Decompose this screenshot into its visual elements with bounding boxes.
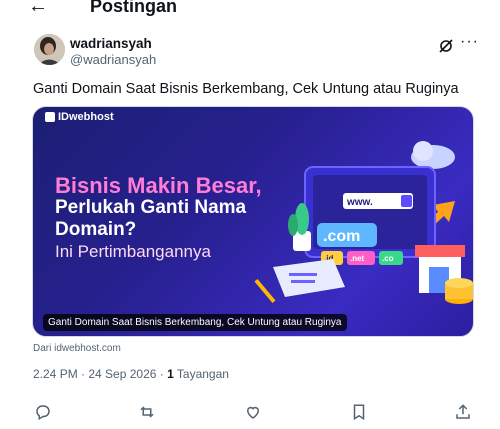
avatar[interactable] [34, 34, 65, 65]
card-headline-1: Bisnis Makin Besar, [55, 173, 262, 198]
author-info[interactable]: wadriansyah @wadriansyah [70, 36, 156, 68]
page-title: Postingan [90, 0, 178, 16]
tld-co-text: .co [382, 254, 394, 263]
top-bar: ← Postingan [0, 0, 500, 22]
url-bar-text: www. [346, 197, 373, 208]
link-card[interactable]: IDwebhost Bisnis Makin Besar, Perlukah G… [32, 106, 474, 337]
heart-icon[interactable] [244, 403, 264, 423]
grok-icon[interactable] [438, 38, 454, 54]
tweet-time[interactable]: 2.24 PM · 24 Sep 2026 · [33, 367, 167, 381]
share-icon[interactable] [454, 403, 474, 423]
card-headline-3: Ini Pertimbangannya [55, 242, 211, 261]
brand-logo: IDwebhost [45, 111, 114, 123]
action-bar [0, 403, 500, 425]
author-name[interactable]: wadriansyah [70, 36, 156, 52]
tweet-text: Ganti Domain Saat Bisnis Berkembang, Cek… [33, 81, 459, 97]
author-handle[interactable]: @wadriansyah [70, 52, 156, 68]
card-caption: Ganti Domain Saat Bisnis Berkembang, Cek… [43, 314, 347, 331]
card-illustration: www. .com .id .net .co [254, 141, 473, 304]
bookmark-icon[interactable] [350, 403, 370, 423]
tweet-meta: 2.24 PM · 24 Sep 2026 · 1 Tayangan [33, 367, 229, 381]
avatar-image [34, 34, 65, 65]
tld-net-text: .net [350, 254, 365, 263]
tld-com-text: .com [323, 228, 360, 245]
views-count: 1 [167, 367, 174, 381]
brand-logo-icon [45, 112, 55, 122]
views-label: Tayangan [173, 367, 229, 381]
brand-name: IDwebhost [58, 111, 114, 123]
card-source[interactable]: Dari idwebhost.com [33, 343, 121, 354]
retweet-icon[interactable] [138, 403, 158, 423]
more-icon[interactable]: ··· [460, 33, 479, 51]
arrow-left-icon[interactable]: ← [28, 0, 52, 18]
reply-icon[interactable] [34, 403, 54, 423]
